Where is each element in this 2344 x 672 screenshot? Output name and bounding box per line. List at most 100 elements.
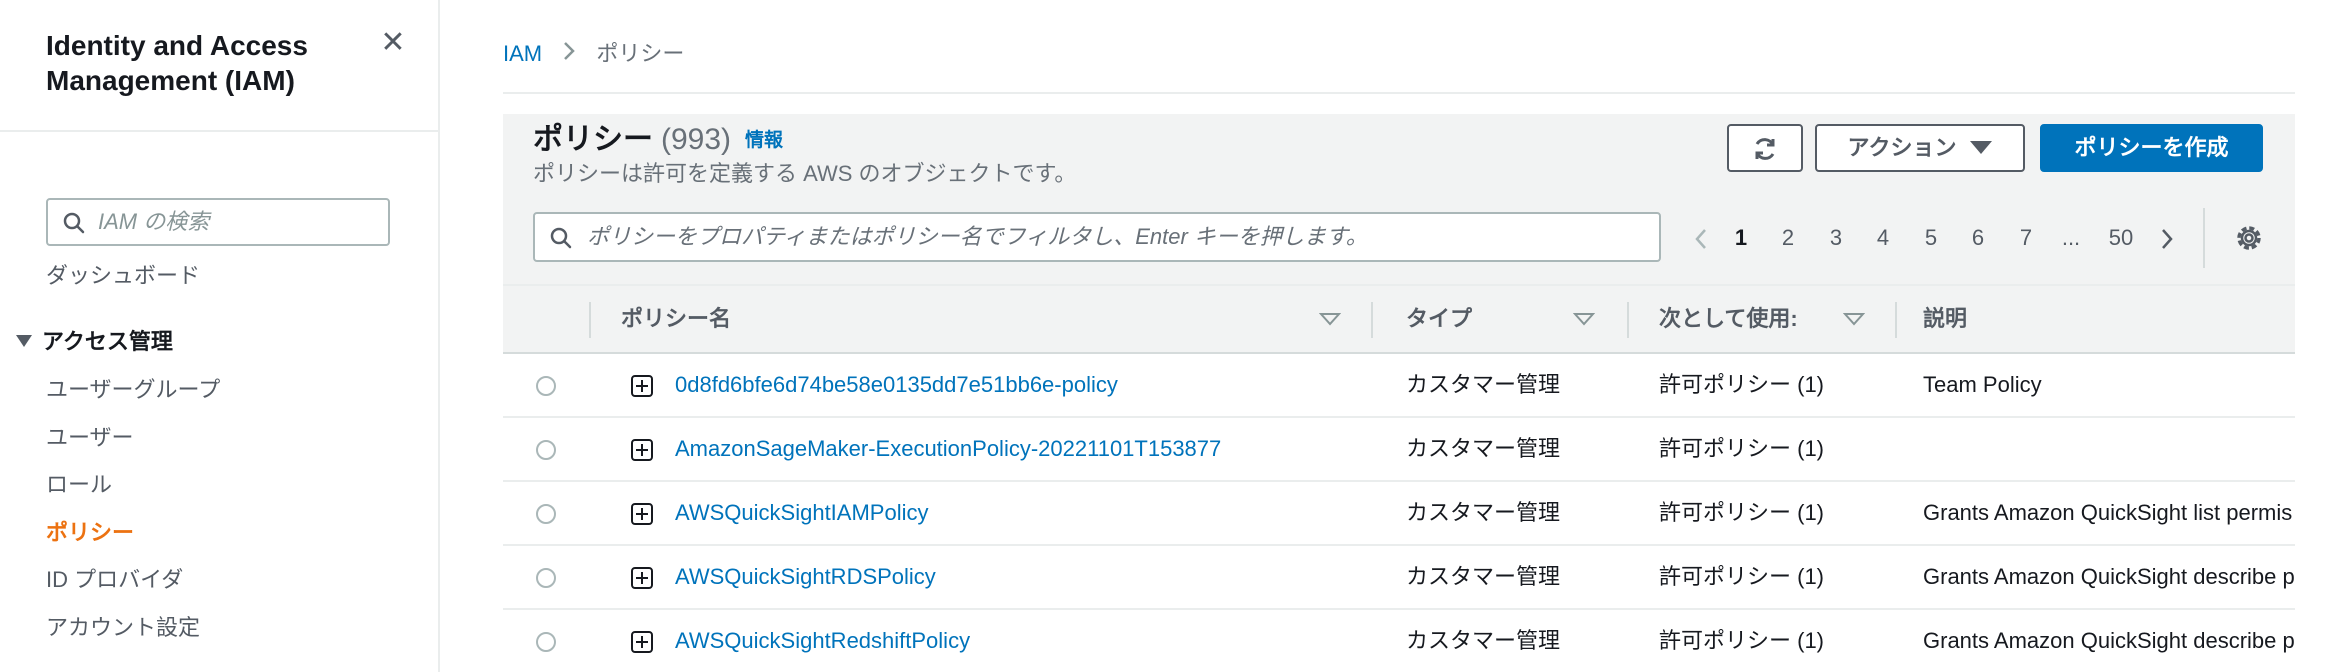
chevron-right-icon bbox=[562, 40, 576, 68]
breadcrumb-iam-link[interactable]: IAM bbox=[503, 41, 542, 66]
close-icon[interactable]: ✕ bbox=[378, 28, 408, 58]
sidebar-section-label: アクセス管理 bbox=[42, 329, 173, 354]
policy-count: (993) bbox=[661, 123, 732, 156]
sidebar-item-users[interactable]: ユーザー bbox=[46, 424, 134, 452]
sidebar-item-dashboard[interactable]: ダッシュボード bbox=[46, 262, 200, 290]
policy-type: カスタマー管理 bbox=[1406, 372, 1561, 397]
service-title-line2: Management (IAM) bbox=[46, 65, 295, 96]
policy-description: Grants Amazon QuickSight list permis bbox=[1923, 500, 2293, 525]
page-2[interactable]: 2 bbox=[1776, 222, 1800, 254]
service-title: Identity and Access Management (IAM) bbox=[46, 28, 366, 98]
caret-down-icon bbox=[16, 335, 32, 348]
row-select-radio[interactable] bbox=[536, 568, 556, 588]
column-divider bbox=[1371, 302, 1373, 338]
sidebar-item-roles[interactable]: ロール bbox=[46, 471, 112, 499]
expand-plus-icon[interactable] bbox=[631, 567, 653, 589]
refresh-button[interactable] bbox=[1727, 124, 1803, 172]
actions-label: アクション bbox=[1847, 135, 1957, 160]
policy-description bbox=[1923, 418, 2295, 480]
policy-name-link[interactable]: AWSQuickSightRDSPolicy bbox=[675, 546, 1235, 608]
sort-down-icon[interactable] bbox=[1319, 312, 1341, 326]
search-icon bbox=[550, 227, 572, 249]
column-header-policy-name[interactable]: ポリシー名 bbox=[621, 286, 731, 352]
policy-type: カスタマー管理 bbox=[1406, 564, 1561, 589]
sidebar-item-identity-providers[interactable]: ID プロバイダ bbox=[46, 566, 183, 594]
policy-used-as: 許可ポリシー (1) bbox=[1659, 564, 1825, 589]
chevron-left-icon[interactable] bbox=[1691, 222, 1711, 254]
column-header-type[interactable]: タイプ bbox=[1406, 286, 1472, 352]
info-link[interactable]: 情報 bbox=[745, 130, 783, 151]
policy-filter-box[interactable] bbox=[533, 212, 1661, 262]
policy-description: Team Policy bbox=[1923, 372, 2042, 397]
sidebar-divider bbox=[0, 130, 438, 132]
row-select-radio[interactable] bbox=[536, 632, 556, 652]
settings-gear-icon[interactable] bbox=[2233, 222, 2265, 254]
page-ellipsis: ... bbox=[2061, 225, 2081, 250]
chevron-right-icon[interactable] bbox=[2157, 222, 2177, 254]
page-50[interactable]: 50 bbox=[2104, 222, 2138, 254]
content-divider bbox=[503, 92, 2295, 94]
table-row[interactable]: AWSQuickSightIAMPolicy カスタマー管理 許可ポリシー (1… bbox=[503, 482, 2295, 546]
expand-plus-icon[interactable] bbox=[631, 375, 653, 397]
table-header-row: ポリシー名 タイプ 次として使用: 説明 bbox=[503, 284, 2295, 354]
policies-table-container: ポリシー (993) 情報 ポリシーは許可を定義する AWS のオブジェクトです。 … bbox=[503, 114, 2295, 672]
column-header-description[interactable]: 説明 bbox=[1923, 286, 1967, 352]
page-1[interactable]: 1 bbox=[1729, 222, 1753, 254]
policy-filter-input[interactable] bbox=[587, 223, 1647, 251]
policy-used-as: 許可ポリシー (1) bbox=[1659, 436, 1825, 461]
page-description: ポリシーは許可を定義する AWS のオブジェクトです。 bbox=[533, 161, 1077, 186]
sidebar-section-access-management[interactable]: アクセス管理 bbox=[16, 328, 173, 356]
expand-plus-icon[interactable] bbox=[631, 631, 653, 653]
column-divider bbox=[1627, 302, 1629, 338]
column-header-used-as[interactable]: 次として使用: bbox=[1659, 286, 1798, 352]
policy-type: カスタマー管理 bbox=[1406, 628, 1561, 653]
policy-name-link[interactable]: AmazonSageMaker-ExecutionPolicy-20221101… bbox=[675, 418, 1235, 480]
policy-name-link[interactable]: 0d8fd6bfe6d74be58e0135dd7e51bb6e-policy bbox=[675, 354, 1235, 416]
column-divider bbox=[589, 302, 591, 338]
refresh-icon bbox=[1755, 138, 1775, 161]
table-header-panel: ポリシー (993) 情報 ポリシーは許可を定義する AWS のオブジェクトです。 … bbox=[503, 114, 2295, 284]
table-row[interactable]: 0d8fd6bfe6d74be58e0135dd7e51bb6e-policy … bbox=[503, 354, 2295, 418]
page-title: ポリシー (993) 情報 bbox=[533, 120, 783, 164]
sidebar: Identity and Access Management (IAM) ✕ ダ… bbox=[0, 0, 440, 672]
policy-used-as: 許可ポリシー (1) bbox=[1659, 628, 1825, 653]
search-icon bbox=[63, 212, 85, 234]
page-title-text: ポリシー bbox=[533, 123, 653, 156]
row-select-radio[interactable] bbox=[536, 376, 556, 396]
create-policy-button[interactable]: ポリシーを作成 bbox=[2040, 124, 2263, 172]
caret-down-icon bbox=[1970, 140, 1993, 154]
policy-used-as: 許可ポリシー (1) bbox=[1659, 500, 1825, 525]
row-select-radio[interactable] bbox=[536, 504, 556, 524]
expand-plus-icon[interactable] bbox=[631, 503, 653, 525]
page-4[interactable]: 4 bbox=[1871, 222, 1895, 254]
page-3[interactable]: 3 bbox=[1824, 222, 1848, 254]
policy-name-link[interactable]: AWSQuickSightRedshiftPolicy bbox=[675, 610, 1235, 672]
page-7[interactable]: 7 bbox=[2014, 222, 2038, 254]
table-row[interactable]: AWSQuickSightRedshiftPolicy カスタマー管理 許可ポリ… bbox=[503, 610, 2295, 672]
policy-name-link[interactable]: AWSQuickSightIAMPolicy bbox=[675, 482, 1235, 544]
service-title-line1: Identity and Access bbox=[46, 30, 308, 61]
breadcrumb-current: ポリシー bbox=[596, 41, 685, 66]
sort-down-icon[interactable] bbox=[1843, 312, 1865, 326]
sort-down-icon[interactable] bbox=[1573, 312, 1595, 326]
policy-type: カスタマー管理 bbox=[1406, 436, 1561, 461]
sidebar-item-policies[interactable]: ポリシー bbox=[46, 519, 134, 547]
column-divider bbox=[1895, 302, 1897, 338]
sidebar-item-user-groups[interactable]: ユーザーグループ bbox=[46, 376, 220, 404]
page-6[interactable]: 6 bbox=[1966, 222, 1990, 254]
actions-dropdown-button[interactable]: アクション bbox=[1815, 124, 2025, 172]
breadcrumb: IAM ポリシー bbox=[503, 40, 684, 68]
page-5[interactable]: 5 bbox=[1919, 222, 1943, 254]
sidebar-search-box[interactable] bbox=[46, 198, 390, 246]
policy-description: Grants Amazon QuickSight describe p bbox=[1923, 564, 2295, 589]
pagination-divider bbox=[2203, 208, 2205, 268]
policy-description: Grants Amazon QuickSight describe p bbox=[1923, 628, 2295, 653]
policy-type: カスタマー管理 bbox=[1406, 500, 1561, 525]
table-row[interactable]: AmazonSageMaker-ExecutionPolicy-20221101… bbox=[503, 418, 2295, 482]
sidebar-search-input[interactable] bbox=[98, 208, 378, 236]
sidebar-item-account-settings[interactable]: アカウント設定 bbox=[46, 614, 200, 642]
table-row[interactable]: AWSQuickSightRDSPolicy カスタマー管理 許可ポリシー (1… bbox=[503, 546, 2295, 610]
policy-used-as: 許可ポリシー (1) bbox=[1659, 372, 1825, 397]
expand-plus-icon[interactable] bbox=[631, 439, 653, 461]
row-select-radio[interactable] bbox=[536, 440, 556, 460]
